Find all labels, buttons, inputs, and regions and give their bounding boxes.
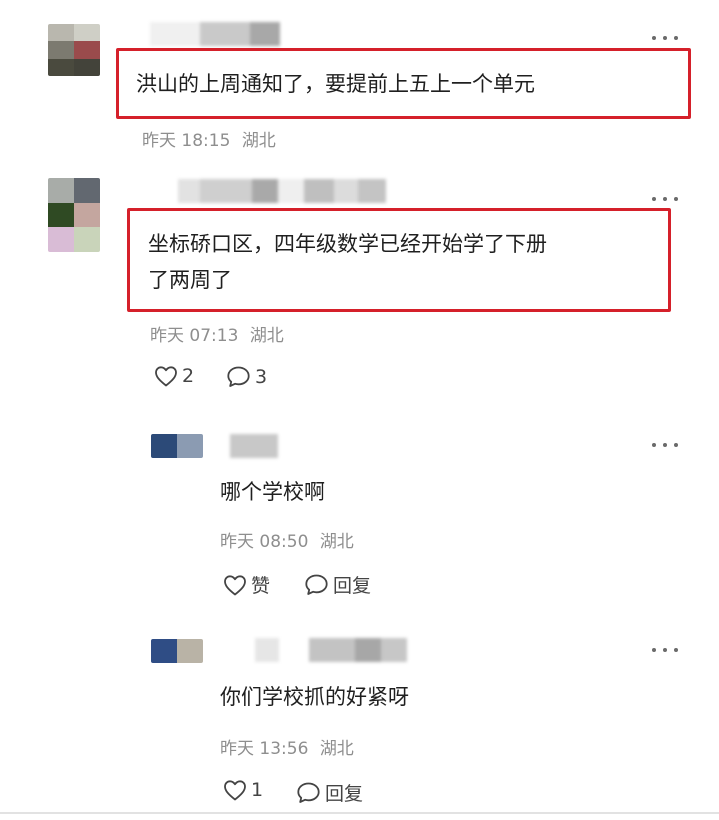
reply-text: 哪个学校啊 <box>220 480 325 504</box>
more-options-icon[interactable] <box>652 440 678 450</box>
speech-bubble-icon <box>227 366 250 387</box>
reply-meta: 昨天 13:56 湖北 <box>220 734 354 759</box>
avatar[interactable] <box>151 434 203 458</box>
comment-text: 坐标硚口区，四年级数学已经开始学了下册 了两周了 <box>148 232 547 292</box>
avatar[interactable] <box>48 24 100 76</box>
more-options-icon[interactable] <box>652 194 678 204</box>
reply-label: 回复 <box>325 783 364 805</box>
comment-location: 湖北 <box>241 131 276 151</box>
reply-button[interactable]: 回复 <box>304 571 371 598</box>
username-blurred[interactable] <box>255 638 407 662</box>
avatar[interactable] <box>151 639 203 663</box>
avatar[interactable] <box>48 178 100 252</box>
reply-count: 3 <box>255 365 268 388</box>
like-count: 1 <box>251 779 264 801</box>
like-button[interactable]: 赞 <box>223 571 270 598</box>
reply-count-button[interactable]: 3 <box>226 365 267 388</box>
comment-meta: 昨天 07:13 湖北 <box>150 321 284 346</box>
speech-bubble-icon <box>305 574 328 595</box>
more-options-icon[interactable] <box>652 645 678 655</box>
reply-time: 昨天 08:50 <box>220 532 309 552</box>
comment-meta: 昨天 18:15 湖北 <box>142 126 276 151</box>
comment-location: 湖北 <box>249 326 284 346</box>
like-label: 赞 <box>251 575 271 597</box>
reply-time: 昨天 13:56 <box>220 739 309 759</box>
speech-bubble-icon <box>297 782 320 803</box>
heart-outline-icon <box>224 780 246 801</box>
heart-outline-icon <box>155 366 177 387</box>
comment-text: 洪山的上周通知了，要提前上五上一个单元 <box>136 72 535 96</box>
like-button[interactable]: 1 <box>223 779 263 801</box>
reply-location: 湖北 <box>319 532 354 552</box>
comment-time: 昨天 18:15 <box>142 131 231 151</box>
heart-outline-icon <box>224 574 246 595</box>
comment-time: 昨天 07:13 <box>150 326 239 346</box>
reply-button[interactable]: 回复 <box>296 779 363 806</box>
username-blurred[interactable] <box>178 179 386 203</box>
reply-label: 回复 <box>333 575 372 597</box>
username-blurred[interactable] <box>230 434 278 458</box>
like-count: 2 <box>182 365 195 387</box>
like-button[interactable]: 2 <box>154 365 194 387</box>
reply-meta: 昨天 08:50 湖北 <box>220 527 354 552</box>
more-options-icon[interactable] <box>652 33 678 43</box>
username-blurred[interactable] <box>150 22 280 46</box>
reply-location: 湖北 <box>319 739 354 759</box>
bottom-divider <box>0 812 719 814</box>
reply-text: 你们学校抓的好紧呀 <box>220 685 409 709</box>
